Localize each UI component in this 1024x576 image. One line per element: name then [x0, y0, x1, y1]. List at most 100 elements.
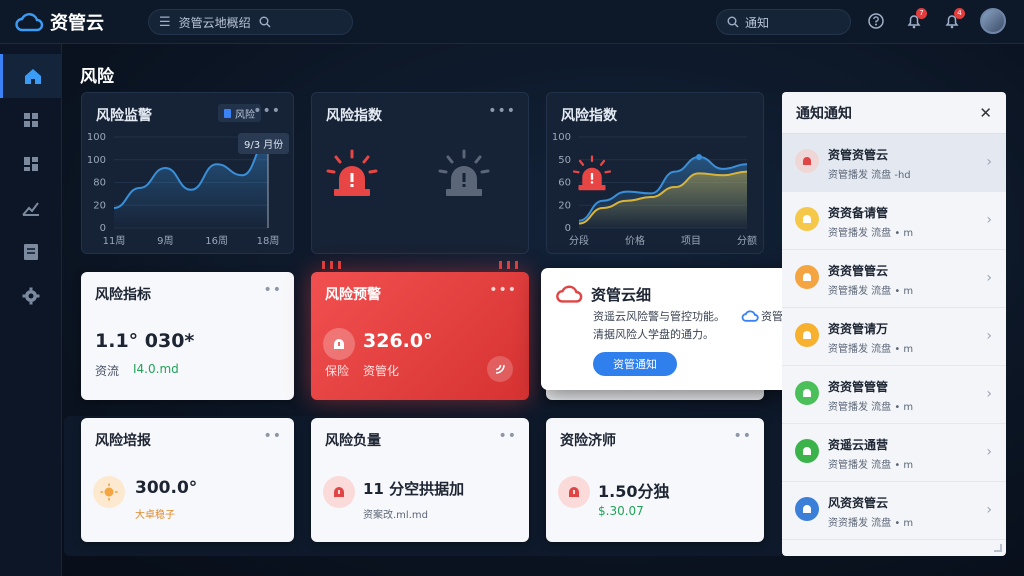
risk-indicator-card[interactable]: 风险指标 •• 1.1° 030* 资流 I4.0.md	[81, 272, 294, 400]
sidebar-item-home[interactable]	[0, 54, 62, 98]
risk-monitor-card[interactable]: 风险监警 风险 ••• 0 20 80 100 100 11周 9周 16周 18周 9/3 月…	[81, 92, 294, 254]
brand[interactable]: 资管云	[0, 9, 140, 35]
metric-value: 1.1° 030*	[95, 330, 195, 352]
risk-load-card[interactable]: 风险负量 •• 11 分空拱据加 资案改.ml.md	[311, 418, 529, 542]
risk-warning-card[interactable]: 风险预警 ••• 326.0° 保险 资管化	[311, 272, 529, 400]
sidebar-item-assets[interactable]	[0, 142, 62, 186]
risk-index-alarm-card[interactable]: 风险指数 •••	[311, 92, 529, 269]
search-icon	[727, 16, 739, 28]
cloud-logo-icon	[556, 285, 583, 303]
menu-icon[interactable]: ☰	[159, 15, 171, 30]
drag-handle[interactable]	[499, 261, 518, 269]
x-tick-label: 16周	[205, 235, 228, 247]
y-tick-label: 100	[87, 155, 106, 166]
notifications-badge: 4	[954, 8, 965, 19]
card-title: 风险负量	[325, 433, 381, 449]
sidebar	[0, 44, 62, 576]
help-icon	[868, 13, 884, 29]
gear-icon	[22, 287, 40, 305]
risk-index-chart-card[interactable]: 风险指数 0 20 60 50 100 分段 价格 项目 分额	[546, 92, 764, 254]
notice-search-input[interactable]: 通知	[716, 9, 851, 35]
notification-item[interactable]: 资管资管云 资管播发 流盘 -hd ›	[782, 134, 1006, 192]
y-tick-label: 0	[100, 223, 106, 234]
drag-handle[interactable]	[322, 261, 341, 269]
card-title: 风险指标	[95, 287, 151, 303]
x-tick-label: 分段	[569, 234, 589, 247]
more-icon[interactable]: •••	[489, 282, 517, 298]
cloud-logo-icon	[15, 12, 44, 31]
metric-value: 326.0°	[363, 330, 433, 352]
risk-report-card[interactable]: 风险培报 •• 300.0° 大卓稳子	[81, 418, 294, 542]
card-title: 风险指数	[326, 108, 382, 124]
sidebar-item-analytics[interactable]	[0, 186, 62, 230]
intro-popup: 资管云细 ✕ 资遥云风险警与管控功能。 资管云, 清据风险人学盘的通力。 资管通…	[541, 268, 820, 390]
chevron-right-icon: ›	[986, 154, 992, 170]
alerts-button[interactable]: 7	[904, 8, 927, 31]
y-tick-label: 100	[552, 132, 571, 143]
notification-item[interactable]: 资资备请管 资管播发 流盘 • m ›	[782, 192, 1006, 250]
y-tick-label: 20	[558, 200, 571, 211]
data-point[interactable]	[696, 154, 702, 161]
notification-item[interactable]: 资资管管云 资管播发 流盘 • m ›	[782, 250, 1006, 308]
x-tick-label: 分额	[737, 234, 757, 247]
notification-title: 资资管管云	[828, 264, 889, 278]
y-tick-label: 20	[93, 200, 106, 211]
metric-label: 资流	[95, 364, 120, 378]
notification-icon	[795, 149, 819, 173]
notifications-button[interactable]: 4	[942, 8, 965, 31]
close-icon[interactable]: ✕	[979, 104, 992, 122]
more-icon[interactable]: ••	[498, 428, 517, 444]
notification-item[interactable]: 资遥云通营 资管播发 流盘 • m ›	[782, 424, 1006, 482]
search-text: 资管云地概绍	[178, 15, 251, 30]
top-search-input[interactable]: ☰ 资管云地概绍	[148, 9, 353, 35]
y-tick-label: 80	[93, 178, 106, 189]
avatar[interactable]	[980, 8, 1006, 34]
sun-icon	[93, 476, 125, 508]
help-button[interactable]	[866, 11, 886, 31]
metric-sub: 资案改.ml.md	[363, 510, 428, 521]
notification-subtitle: 资管播发 流盘 • m	[828, 344, 914, 355]
x-tick-label: 9周	[157, 235, 173, 247]
y-tick-label: 0	[565, 223, 571, 234]
x-tick-label: 11周	[103, 235, 126, 247]
sidebar-item-reports[interactable]	[0, 230, 62, 274]
chart-tooltip: 9/3 月份	[238, 133, 290, 154]
x-tick-label: 项目	[681, 235, 701, 247]
risk-evaluation-card[interactable]: 资险济师 •• 1.50分独 $.30.07	[546, 418, 764, 542]
y-tick-label: 100	[87, 132, 106, 143]
sidebar-item-dashboard[interactable]	[0, 98, 62, 142]
notification-icon	[795, 439, 819, 463]
drawer-header: 通知通知 ✕	[782, 92, 1006, 134]
metric-sub: $.30.07	[598, 504, 644, 518]
notification-item[interactable]: 风资资管云资资播发 流盘 • m ›	[782, 482, 1006, 540]
x-tick-label: 价格	[625, 234, 645, 247]
notification-item[interactable]: 资资管管管 资管播发 流盘 • m ›	[782, 366, 1006, 424]
chevron-right-icon: ›	[986, 502, 992, 518]
notification-title: 风资资管云	[828, 496, 889, 510]
more-icon[interactable]: •••	[488, 103, 516, 119]
more-icon[interactable]: ••	[733, 428, 752, 444]
chevron-right-icon: ›	[986, 386, 992, 402]
alerts-badge: 7	[916, 8, 927, 19]
notification-icon	[795, 323, 819, 347]
notification-item[interactable]: 资资管请万 资管播发 流盘 • m ›	[782, 308, 1006, 366]
sidebar-item-settings[interactable]	[0, 274, 62, 318]
home-icon	[24, 69, 41, 84]
metric-value: 300.0°	[135, 478, 198, 498]
notification-subtitle: 资资播发 流盘 • m	[828, 518, 914, 529]
notification-title: 资管资管云	[828, 148, 889, 162]
more-icon[interactable]: ••	[263, 428, 282, 444]
more-icon[interactable]: ••	[263, 282, 282, 298]
notification-icon	[795, 381, 819, 405]
popup-action-button[interactable]: 资管通知	[593, 352, 677, 376]
metric-label: 保险	[325, 364, 350, 378]
notification-title: 资资管请万	[828, 322, 889, 336]
notification-subtitle: 资管播发 流盘 • m	[828, 286, 914, 297]
chart-icon	[22, 202, 39, 216]
signal-icon[interactable]	[487, 356, 513, 382]
card-title: 风险培报	[95, 433, 151, 449]
card-title: 风险预警	[325, 287, 381, 303]
risk-monitor-chart: 0 20 80 100 100 11周 9周 16周 18周	[87, 132, 280, 247]
x-tick-label: 18周	[257, 235, 280, 247]
resize-handle[interactable]	[994, 544, 1002, 552]
